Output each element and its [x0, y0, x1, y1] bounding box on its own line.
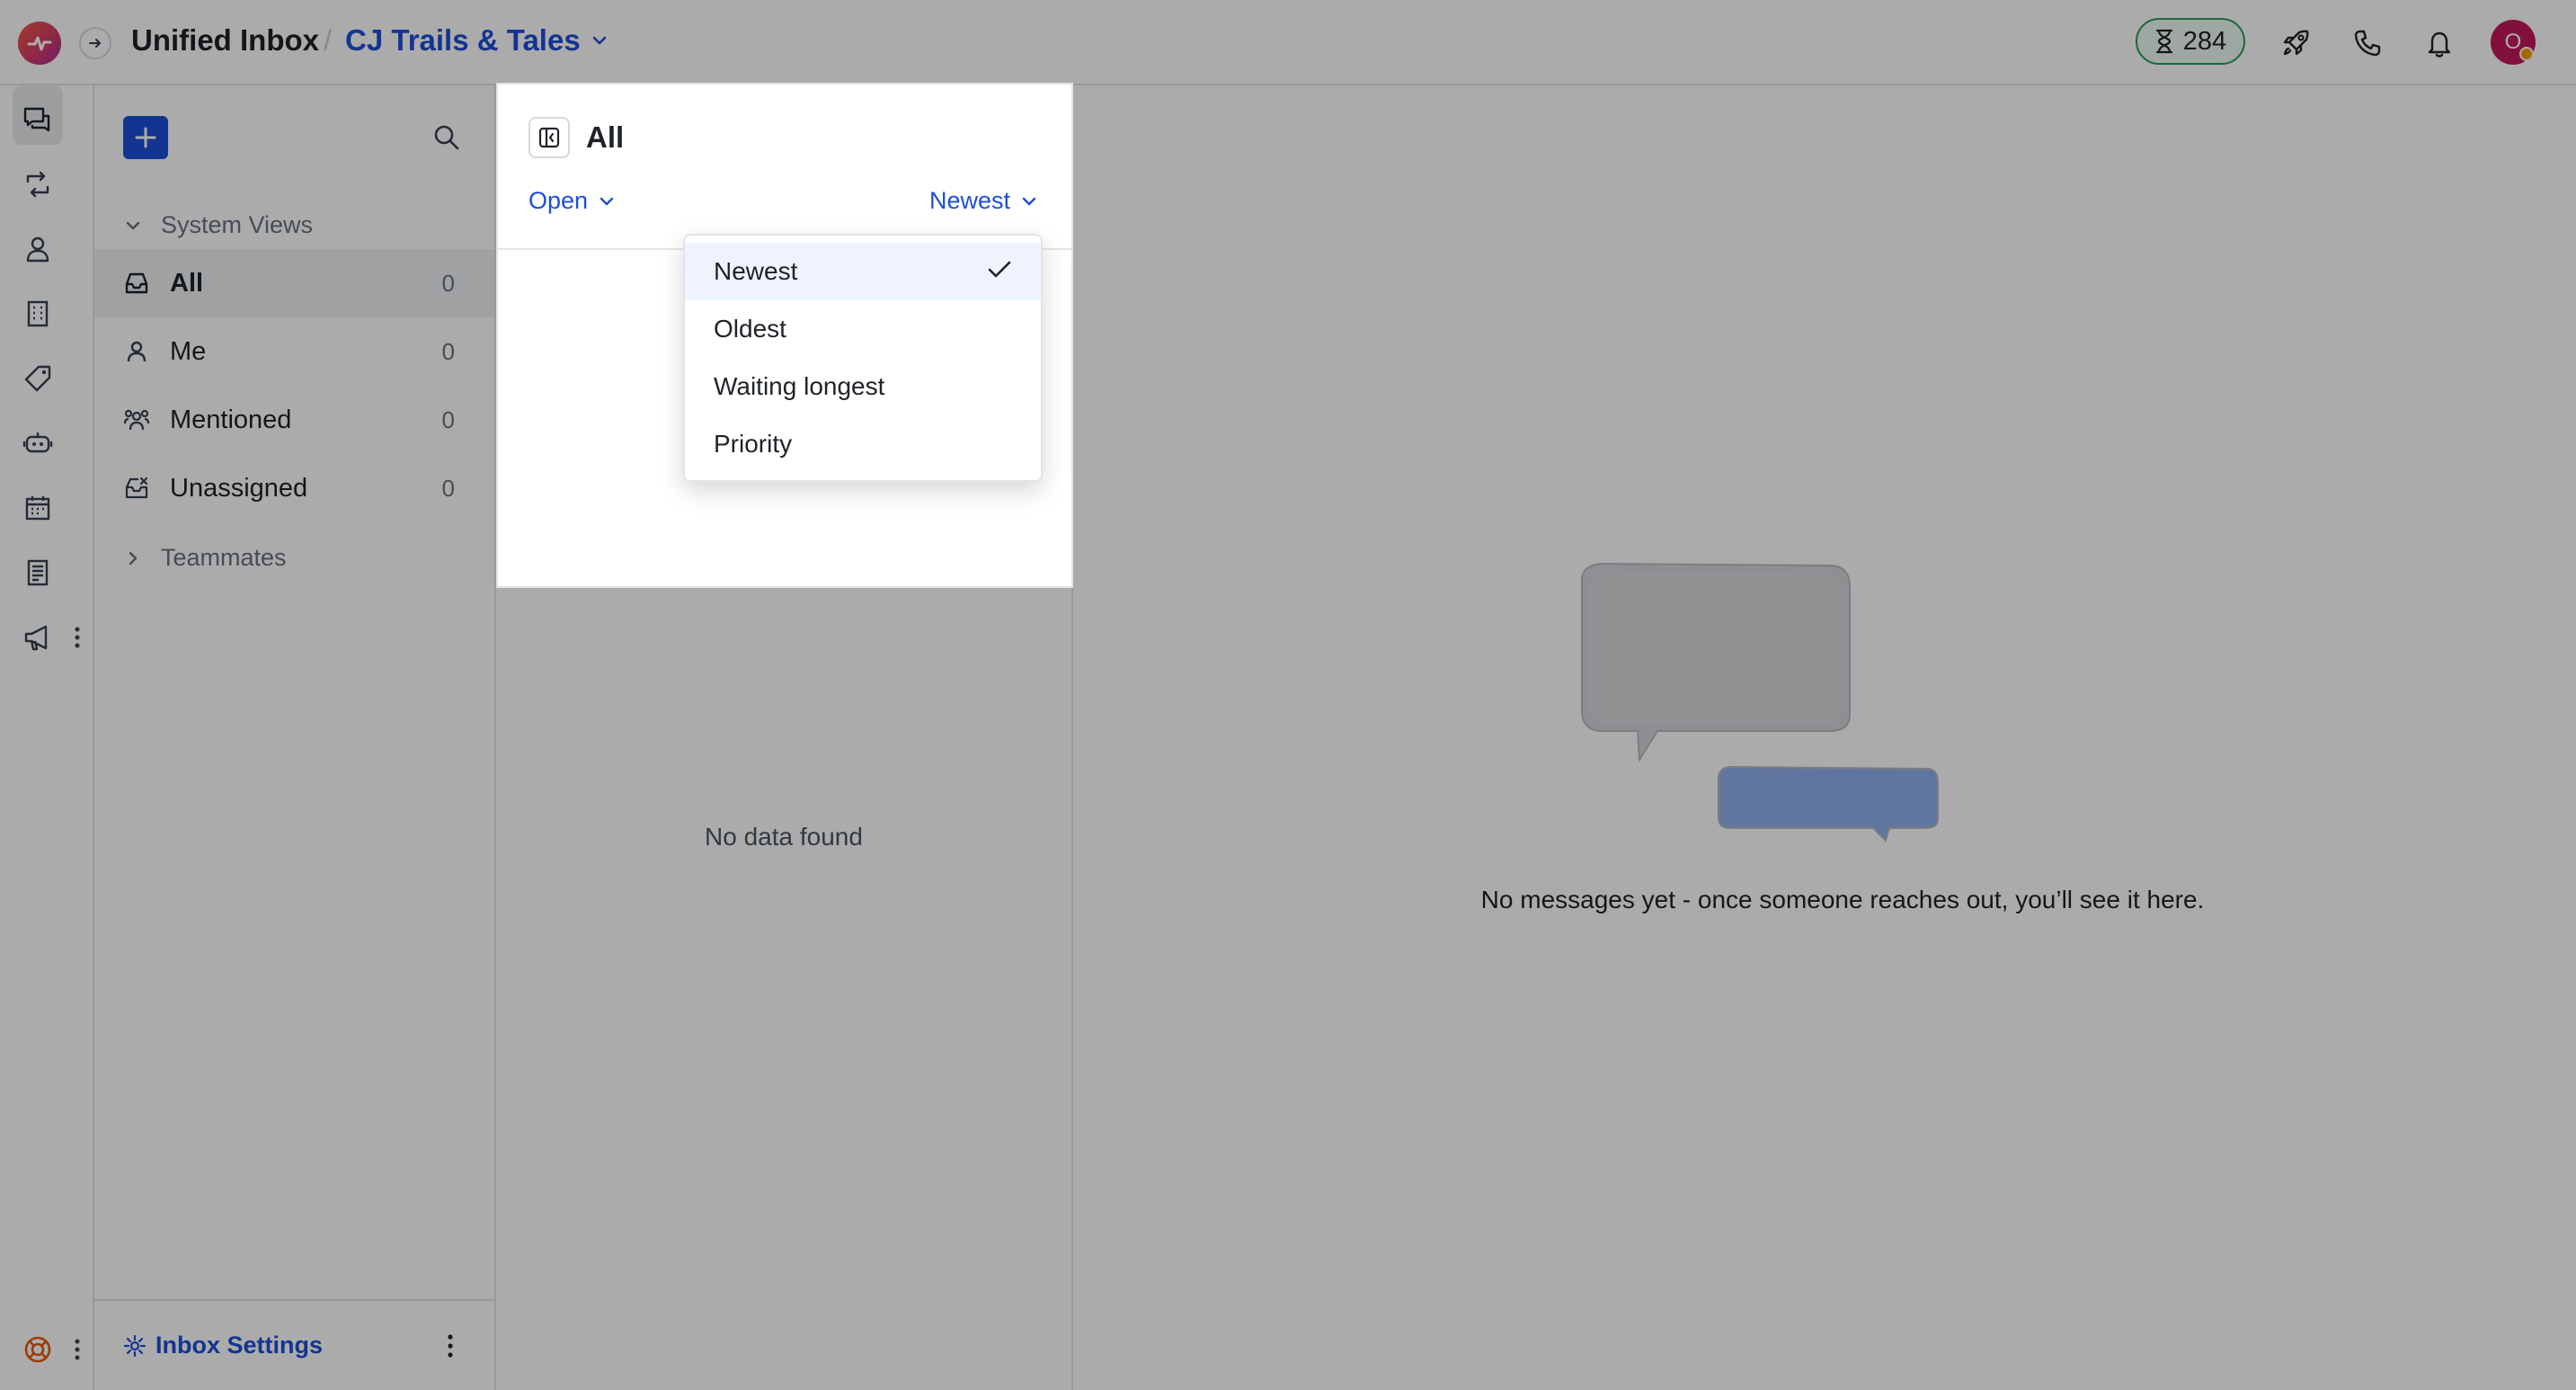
megaphone-icon[interactable] [13, 612, 63, 663]
sort-option-priority[interactable]: Priority [685, 415, 1041, 473]
sort-option-oldest[interactable]: Oldest [685, 300, 1041, 358]
contacts-icon[interactable] [13, 224, 63, 274]
title-separator: / [324, 23, 333, 57]
document-icon[interactable] [13, 548, 63, 598]
more-vertical-icon[interactable] [70, 619, 84, 655]
teammates-toggle[interactable]: Teammates [123, 544, 287, 572]
chevron-down-icon [600, 197, 614, 205]
sidebar-item-mentioned[interactable]: Mentioned 0 [94, 386, 494, 454]
page-title: Unified Inbox [131, 23, 319, 57]
hourglass-icon [2155, 29, 2172, 54]
credits-badge[interactable]: 284 [2136, 18, 2245, 65]
sort-option-label: Newest [714, 257, 798, 285]
sidebar-item-label: All [170, 268, 204, 298]
empty-state-text: No messages yet - once someone reaches o… [1480, 886, 2205, 913]
calendar-icon[interactable] [13, 483, 63, 533]
credits-count: 284 [2182, 26, 2227, 56]
chevron-down-icon [126, 221, 140, 229]
chevron-down-icon [592, 36, 606, 45]
gear-icon [123, 1334, 147, 1357]
sidebar-item-count: 0 [441, 269, 455, 297]
conversations-icon[interactable] [13, 94, 63, 145]
user-icon [121, 336, 152, 367]
section-label: System Views [161, 211, 314, 238]
sidebar-item-label: Unassigned [170, 473, 308, 503]
sidebar-item-count: 0 [441, 337, 455, 365]
inbox-sidebar: System Views All 0 Me 0 Mentioned 0 Unas… [94, 85, 496, 1390]
status-dot [2519, 47, 2534, 61]
sidebar-item-count: 0 [441, 405, 455, 433]
bell-icon[interactable] [2420, 23, 2459, 63]
chevron-right-icon [129, 551, 138, 565]
app-logo[interactable] [18, 22, 61, 65]
collapse-panel-button[interactable] [529, 117, 570, 158]
workflow-icon[interactable] [13, 159, 63, 209]
new-conversation-button[interactable] [123, 116, 168, 159]
sort-option-newest[interactable]: Newest [685, 243, 1041, 300]
system-views-toggle[interactable]: System Views [123, 211, 313, 239]
more-vertical-icon[interactable] [70, 1332, 84, 1368]
top-bar: Unified Inbox / CJ Trails & Tales 284 O [0, 0, 2576, 85]
phone-icon[interactable] [2348, 23, 2387, 63]
sort-dropdown[interactable]: Newest [929, 187, 1039, 215]
rocket-icon[interactable] [2276, 23, 2315, 63]
help-icon[interactable] [13, 1324, 63, 1375]
inbox-icon [121, 268, 152, 298]
sidebar-item-label: Mentioned [170, 405, 292, 434]
check-icon [988, 261, 1011, 278]
location-switcher[interactable]: CJ Trails & Tales [345, 23, 609, 58]
more-vertical-icon[interactable] [434, 1328, 466, 1364]
sort-option-waiting-longest[interactable]: Waiting longest [685, 358, 1041, 415]
empty-list-text: No data found [705, 823, 863, 851]
conversation-view: No messages yet - once someone reaches o… [1073, 85, 2576, 1390]
sidebar-item-label: Me [170, 336, 207, 366]
inbox-settings-label: Inbox Settings [155, 1332, 324, 1359]
list-title: All [586, 120, 625, 154]
sort-option-label: Waiting longest [714, 372, 885, 400]
location-name: CJ Trails & Tales [345, 23, 581, 57]
arrow-right-icon [89, 39, 101, 48]
sort-menu: Newest Oldest Waiting longest Priority [683, 234, 1043, 482]
plus-icon [135, 127, 156, 148]
users-icon [121, 405, 152, 435]
sort-option-label: Priority [714, 430, 793, 458]
bot-icon[interactable] [13, 418, 63, 468]
search-icon[interactable] [427, 118, 466, 157]
status-filter-label: Open [529, 187, 589, 214]
sidebar-item-unassigned[interactable]: Unassigned 0 [94, 454, 494, 522]
chevron-down-icon [1022, 197, 1036, 205]
sidebar-collapse-icon [538, 127, 560, 148]
inbox-unassigned-icon [121, 473, 152, 503]
section-label: Teammates [161, 544, 287, 571]
sort-label: Newest [929, 187, 1011, 214]
chat-bubbles-illustration [1581, 562, 1939, 842]
company-icon[interactable] [13, 289, 63, 339]
tag-icon[interactable] [13, 353, 63, 404]
sort-option-label: Oldest [714, 315, 786, 343]
status-filter-dropdown[interactable]: Open [529, 187, 617, 215]
sidebar-item-count: 0 [441, 474, 455, 502]
sidebar-item-all[interactable]: All 0 [94, 249, 494, 317]
inbox-settings-link[interactable]: Inbox Settings [94, 1299, 494, 1390]
sidebar-item-me[interactable]: Me 0 [94, 317, 494, 386]
expand-nav-button[interactable] [79, 27, 111, 59]
